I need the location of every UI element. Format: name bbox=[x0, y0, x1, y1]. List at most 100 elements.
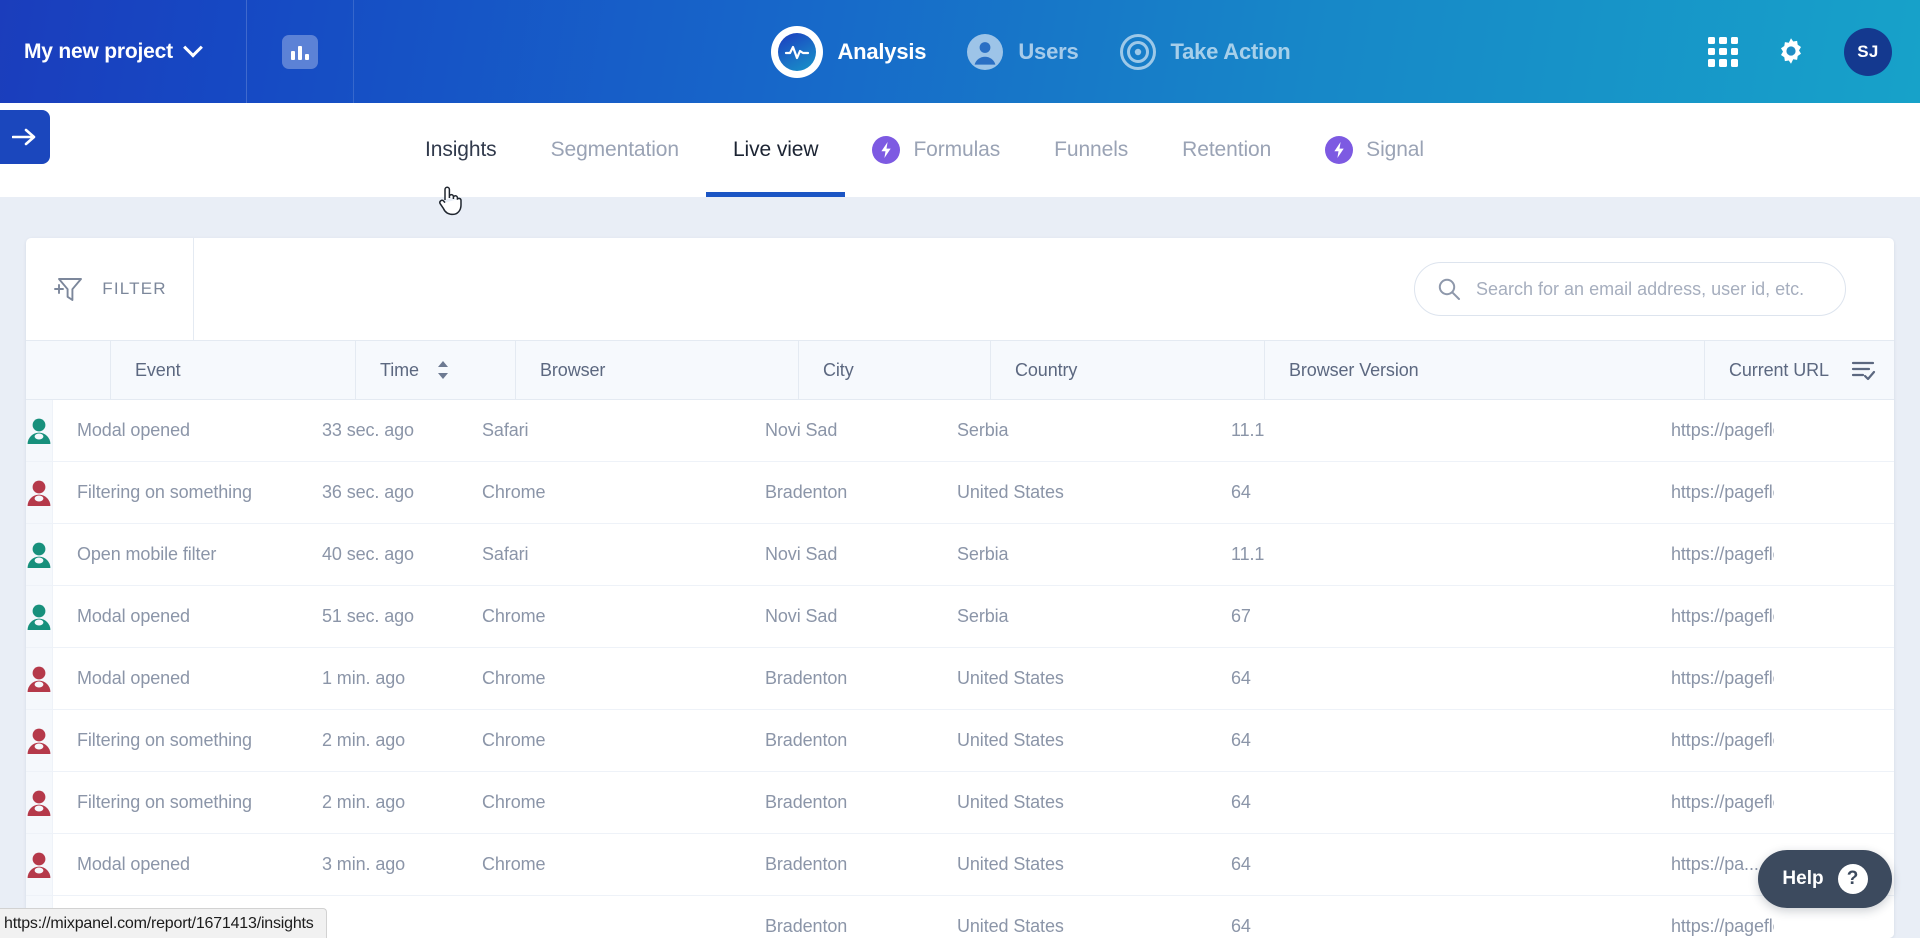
cell-event: Open mobile filter bbox=[77, 544, 217, 564]
cell-city: Novi Sad bbox=[765, 544, 838, 564]
cell-event: Modal opened bbox=[77, 668, 190, 688]
cell-city: Bradenton bbox=[765, 668, 848, 688]
cell-city: Novi Sad bbox=[765, 420, 838, 440]
th-label-current-url: Current URL bbox=[1729, 359, 1829, 380]
cell-city: Bradenton bbox=[765, 792, 848, 812]
table-row[interactable]: Open mobile filter 40 sec. ago Safari Novi … bbox=[26, 524, 1894, 586]
table-row[interactable]: Filtering on something 2 min. ago Chrome Br… bbox=[26, 772, 1894, 834]
lightning-bolt-icon bbox=[1325, 136, 1354, 164]
table-row[interactable]: Filtering on something 36 sec. ago Chrome B… bbox=[26, 462, 1894, 524]
tab-formulas[interactable]: Formulas bbox=[845, 103, 1027, 197]
cell-event: Filtering on something bbox=[77, 792, 252, 812]
person-icon bbox=[26, 479, 52, 507]
nav-label-take-action: Take Action bbox=[1170, 38, 1291, 64]
cell-browser-version: 64 bbox=[1231, 854, 1251, 874]
browser-status-bar: https://mixpanel.com/report/1671413/insi… bbox=[0, 908, 327, 938]
tab-segmentation[interactable]: Segmentation bbox=[524, 103, 706, 197]
cell-url: https://pageflows.c... bbox=[1671, 668, 1774, 688]
row-person-icon-cell bbox=[26, 834, 53, 895]
column-settings-icon bbox=[1849, 357, 1877, 383]
tab-live-view[interactable]: Live view bbox=[705, 103, 846, 197]
cell-country: Serbia bbox=[957, 606, 1009, 626]
th-label-browser: Browser bbox=[540, 359, 606, 380]
cell-browser: Chrome bbox=[482, 730, 546, 750]
lightning-bolt-icon bbox=[872, 136, 901, 164]
table-row[interactable]: Modal opened 51 sec. ago Chrome Novi Sad Ser… bbox=[26, 586, 1894, 648]
cell-browser-version: 64 bbox=[1231, 792, 1251, 812]
person-icon bbox=[26, 789, 52, 817]
filter-button[interactable]: FILTER bbox=[26, 238, 194, 340]
nav-item-users[interactable]: Users bbox=[966, 33, 1079, 71]
search-area bbox=[1414, 238, 1894, 340]
th-label-browser-version: Browser Version bbox=[1289, 359, 1419, 380]
apps-grid-icon[interactable] bbox=[1708, 36, 1738, 67]
cell-time: 1 min. ago bbox=[322, 668, 406, 688]
cell-browser: Safari bbox=[482, 544, 529, 564]
row-person-icon-cell bbox=[26, 772, 53, 833]
avatar[interactable]: SJ bbox=[1844, 27, 1892, 76]
bar-chart-icon bbox=[282, 34, 318, 69]
cell-browser-version: 11.1 bbox=[1231, 420, 1265, 440]
tab-retention[interactable]: Retention bbox=[1155, 103, 1298, 197]
th-country[interactable]: Country bbox=[991, 341, 1265, 399]
column-settings-button[interactable] bbox=[1832, 341, 1894, 399]
table-row[interactable]: Modal opened 33 sec. ago Safari Novi Sad Ser… bbox=[26, 400, 1894, 462]
cell-time: 3 min. ago bbox=[322, 854, 406, 874]
project-switcher[interactable]: My new project bbox=[0, 0, 247, 103]
nav-item-take-action[interactable]: Take Action bbox=[1119, 33, 1291, 71]
cell-browser-version: 64 bbox=[1231, 482, 1251, 502]
table-body: Modal opened 33 sec. ago Safari Novi Sad Ser… bbox=[26, 400, 1894, 938]
cell-url: https://pageflows.c... bbox=[1671, 606, 1774, 626]
gear-icon[interactable] bbox=[1774, 35, 1808, 69]
tab-funnels[interactable]: Funnels bbox=[1027, 103, 1155, 197]
th-city[interactable]: City bbox=[799, 341, 991, 399]
cell-url: https://pageflows.c... bbox=[1671, 420, 1774, 440]
person-icon bbox=[26, 541, 52, 569]
row-person-icon-cell bbox=[26, 710, 53, 771]
cell-time: 40 sec. ago bbox=[322, 544, 414, 564]
cell-browser-version: 64 bbox=[1231, 668, 1251, 688]
sidebar-expand-button[interactable] bbox=[0, 110, 50, 164]
th-browser[interactable]: Browser bbox=[516, 341, 799, 399]
table-row[interactable]: Filtering on something 2 min. ago Chrome Br… bbox=[26, 710, 1894, 772]
cell-city: Novi Sad bbox=[765, 606, 838, 626]
cell-country: United States bbox=[957, 668, 1064, 688]
person-icon bbox=[26, 665, 52, 693]
tab-label-funnels: Funnels bbox=[1054, 138, 1129, 161]
person-icon bbox=[26, 727, 52, 755]
boards-button[interactable] bbox=[247, 0, 354, 103]
table-row[interactable]: Modal opened 3 min. ago Chrome Bradenton Uni… bbox=[26, 834, 1894, 896]
cell-city: Bradenton bbox=[765, 854, 848, 874]
th-event[interactable]: Event bbox=[111, 341, 356, 399]
table-row[interactable]: Modal opened 1 min. ago Chrome Bradenton Uni… bbox=[26, 648, 1894, 710]
search-box[interactable] bbox=[1414, 262, 1846, 316]
th-avatar bbox=[26, 341, 111, 399]
nav-label-analysis: Analysis bbox=[837, 38, 927, 64]
cell-browser: Chrome bbox=[482, 854, 546, 874]
top-navigation-bar: My new project Analysis Users Take Actio… bbox=[0, 0, 1920, 103]
th-browser-version[interactable]: Browser Version bbox=[1265, 341, 1705, 399]
cell-country: United States bbox=[957, 916, 1064, 936]
tab-label-live-view: Live view bbox=[732, 138, 819, 161]
th-time[interactable]: Time bbox=[356, 341, 516, 399]
cell-browser-version: 11.1 bbox=[1231, 544, 1265, 564]
cell-browser-version: 64 bbox=[1231, 916, 1251, 936]
search-input[interactable] bbox=[1476, 278, 1823, 300]
help-button[interactable]: Help ? bbox=[1758, 850, 1892, 908]
nav-item-analysis[interactable]: Analysis bbox=[771, 25, 927, 78]
cell-event: Filtering on something bbox=[77, 482, 252, 502]
tab-signal[interactable]: Signal bbox=[1298, 103, 1451, 197]
pointer-hand-cursor bbox=[437, 184, 463, 216]
funnel-plus-icon bbox=[52, 272, 86, 306]
th-current-url[interactable]: Current URL bbox=[1705, 341, 1832, 399]
cell-city: Bradenton bbox=[765, 916, 848, 936]
cell-event: Modal opened bbox=[77, 854, 190, 874]
cell-url: https://pageflows.c... bbox=[1671, 916, 1774, 936]
status-url: https://mixpanel.com/report/1671413/insi… bbox=[4, 914, 314, 932]
th-label-event: Event bbox=[135, 359, 181, 380]
arrow-right-icon bbox=[11, 128, 38, 146]
tab-label-insights: Insights bbox=[425, 138, 497, 161]
th-label-country: Country bbox=[1015, 359, 1078, 380]
tab-insights[interactable]: Insights bbox=[398, 103, 524, 197]
